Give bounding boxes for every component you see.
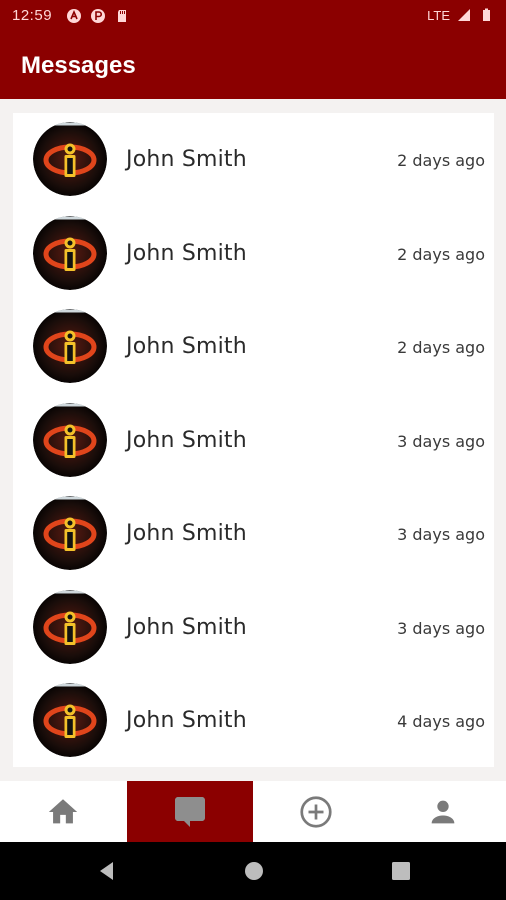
incredibles-logo-avatar-icon [33,589,107,664]
message-time: 3 days ago [397,431,485,451]
avatar [33,496,107,570]
message-list-item[interactable]: John Smith 2 days ago [13,113,494,206]
system-navigation-bar [0,842,506,900]
sd-card-icon [118,10,126,22]
add-circle-icon [300,795,332,828]
message-list-item[interactable]: John Smith 3 days ago [13,581,494,674]
battery-icon [483,8,490,21]
chat-icon [174,796,205,827]
incredibles-logo-avatar-icon [33,309,107,383]
message-time: 3 days ago [397,618,485,638]
home-icon [49,798,78,823]
nav-messages[interactable] [126,781,253,842]
page-title: Messages [21,52,136,79]
avatar [33,215,107,290]
message-list-item[interactable]: John Smith 3 days ago [13,487,494,580]
status-bar: 12:59 LTE [0,0,506,32]
signal-icon [458,9,470,21]
message-time: 2 days ago [397,338,485,357]
contact-name: John Smith [126,427,247,453]
avatar [33,122,107,196]
incredibles-logo-avatar-icon [33,122,107,196]
message-time: 4 days ago [397,712,485,731]
avatar [33,309,107,383]
contact-name: John Smith [126,147,247,172]
avatar [33,589,107,664]
home-button-icon[interactable] [243,860,265,882]
notification-icons [66,8,130,24]
avatar [33,683,107,757]
message-time: 3 days ago [397,525,485,544]
contact-name: John Smith [126,334,247,359]
incredibles-logo-avatar-icon [33,496,107,570]
incredibles-logo-avatar-icon [33,402,107,477]
notification-a-icon [67,9,81,23]
contact-name: John Smith [126,521,247,546]
recents-icon[interactable] [390,860,412,882]
message-list-item[interactable]: John Smith 2 days ago [13,207,494,300]
system-status-icons: LTE [427,7,494,23]
message-time: 2 days ago [397,244,485,264]
notification-p-icon [91,9,105,23]
back-icon[interactable] [96,860,118,882]
message-list-item[interactable]: John Smith 4 days ago [13,674,494,767]
incredibles-logo-avatar-icon [33,683,107,757]
bottom-navigation [0,781,506,842]
nav-profile[interactable] [380,781,506,842]
messages-list: John Smith 2 days ago John Smith 2 days ago… [13,113,494,767]
message-list-item[interactable]: John Smith 2 days ago [13,300,494,393]
message-time: 2 days ago [397,151,485,170]
status-time: 12:59 [12,7,53,24]
contact-name: John Smith [126,614,247,640]
avatar [33,402,107,477]
network-type: LTE [427,7,450,23]
contact-name: John Smith [126,240,247,266]
nav-add[interactable] [253,781,380,842]
nav-home[interactable] [0,781,127,842]
contact-name: John Smith [126,708,247,733]
message-list-item[interactable]: John Smith 3 days ago [13,394,494,487]
incredibles-logo-avatar-icon [33,215,107,290]
person-icon [431,800,455,823]
app-header: 12:59 LTE Messages [0,0,506,99]
